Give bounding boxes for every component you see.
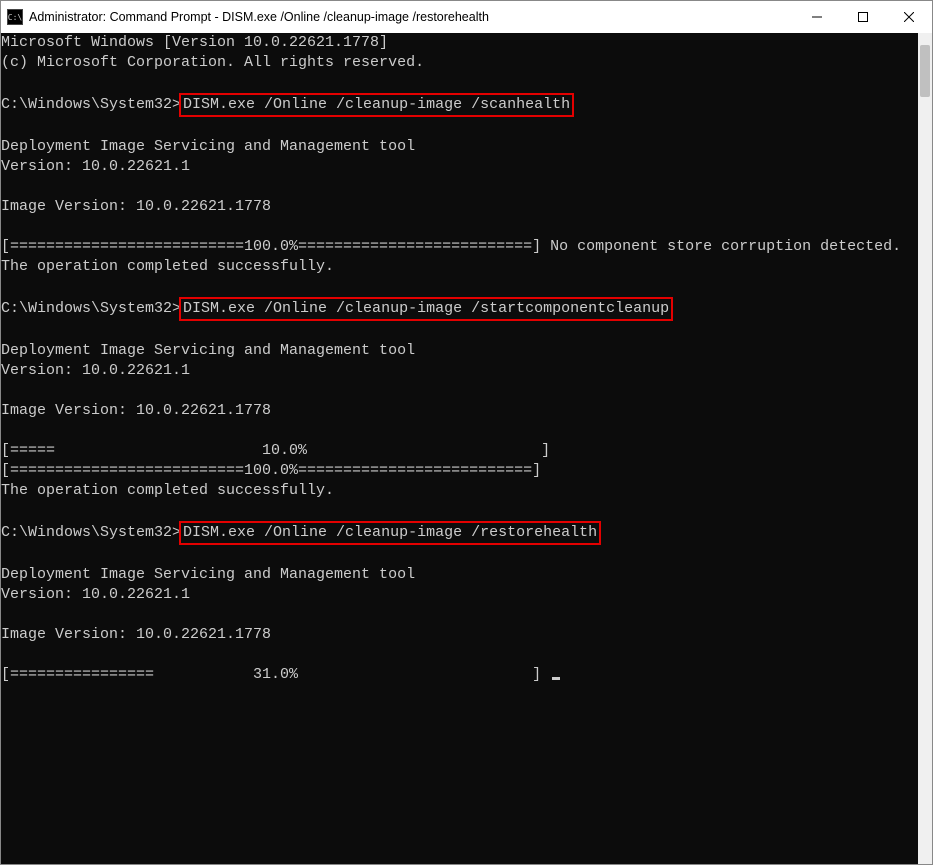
window-title: Administrator: Command Prompt - DISM.exe… [29, 10, 489, 24]
progress-cleanup-10: [===== 10.0% ] [1, 442, 550, 459]
cursor [552, 677, 560, 680]
os-version-line: Microsoft Windows [Version 10.0.22621.17… [1, 34, 388, 51]
scrollbar-thumb[interactable] [920, 45, 930, 97]
maximize-icon [858, 12, 868, 22]
minimize-button[interactable] [794, 1, 840, 33]
command-2-highlight: DISM.exe /Online /cleanup-image /startco… [179, 297, 673, 321]
prompt-line-1: C:\Windows\System32>DISM.exe /Online /cl… [1, 96, 574, 113]
cmd-app-icon: C:\ [7, 9, 23, 25]
terminal-area: Microsoft Windows [Version 10.0.22621.17… [1, 33, 932, 864]
dism-tool-line: Deployment Image Servicing and Managemen… [1, 566, 415, 583]
dism-version-line: Version: 10.0.22621.1 [1, 362, 190, 379]
window: C:\ Administrator: Command Prompt - DISM… [0, 0, 933, 865]
minimize-icon [812, 12, 822, 22]
prompt-line-3: C:\Windows\System32>DISM.exe /Online /cl… [1, 524, 601, 541]
progress-scanhealth: [==========================100.0%=======… [1, 238, 901, 255]
close-button[interactable] [886, 1, 932, 33]
progress-cleanup-100: [==========================100.0%=======… [1, 462, 541, 479]
dism-version-line: Version: 10.0.22621.1 [1, 586, 190, 603]
image-version-line: Image Version: 10.0.22621.1778 [1, 198, 271, 215]
progress-restorehealth: [================ 31.0% ] [1, 666, 560, 683]
prompt-text: C:\Windows\System32> [1, 524, 181, 541]
close-icon [904, 12, 914, 22]
operation-success-line: The operation completed successfully. [1, 482, 334, 499]
command-1-highlight: DISM.exe /Online /cleanup-image /scanhea… [179, 93, 574, 117]
image-version-line: Image Version: 10.0.22621.1778 [1, 626, 271, 643]
prompt-text: C:\Windows\System32> [1, 96, 181, 113]
dism-version-line: Version: 10.0.22621.1 [1, 158, 190, 175]
command-3-highlight: DISM.exe /Online /cleanup-image /restore… [179, 521, 601, 545]
dism-tool-line: Deployment Image Servicing and Managemen… [1, 138, 415, 155]
operation-success-line: The operation completed successfully. [1, 258, 334, 275]
copyright-line: (c) Microsoft Corporation. All rights re… [1, 54, 424, 71]
terminal-output[interactable]: Microsoft Windows [Version 10.0.22621.17… [1, 33, 918, 864]
dism-tool-line: Deployment Image Servicing and Managemen… [1, 342, 415, 359]
image-version-line: Image Version: 10.0.22621.1778 [1, 402, 271, 419]
prompt-text: C:\Windows\System32> [1, 300, 181, 317]
prompt-line-2: C:\Windows\System32>DISM.exe /Online /cl… [1, 300, 673, 317]
maximize-button[interactable] [840, 1, 886, 33]
scrollbar-track[interactable] [918, 33, 932, 864]
titlebar[interactable]: C:\ Administrator: Command Prompt - DISM… [1, 1, 932, 33]
